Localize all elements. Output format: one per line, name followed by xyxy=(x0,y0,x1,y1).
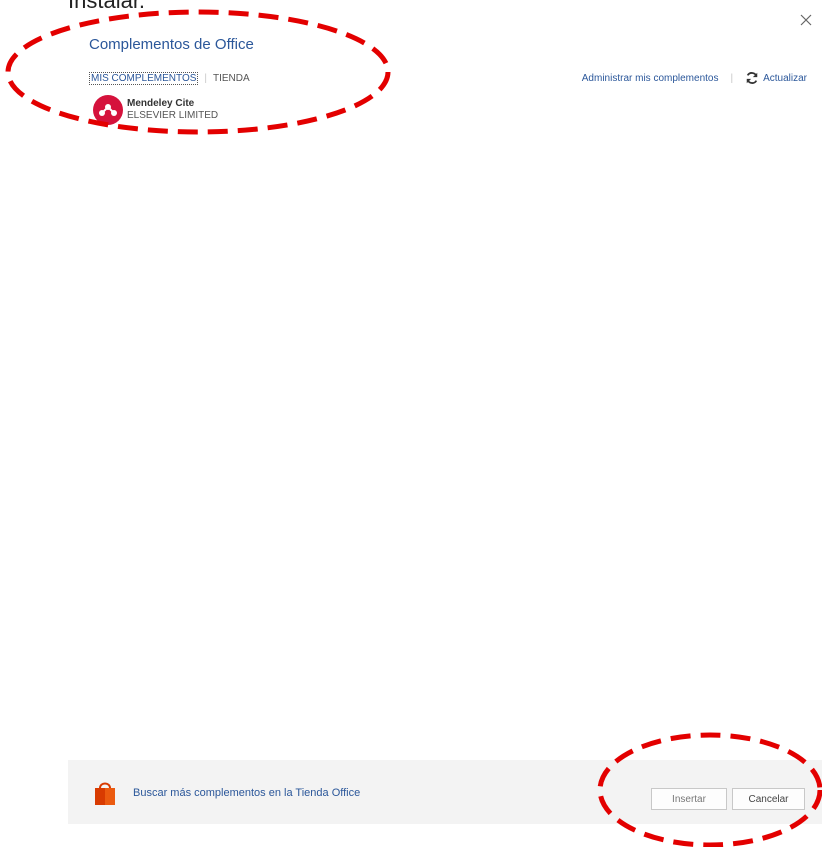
tab-tienda[interactable]: TIENDA xyxy=(213,73,250,84)
footer-bar: Buscar más complementos en la Tienda Off… xyxy=(68,760,822,824)
refresh-button[interactable]: Actualizar xyxy=(745,71,807,85)
dialog-title: Complementos de Office xyxy=(89,36,254,53)
addin-vendor: ELSEVIER LIMITED xyxy=(127,110,219,121)
manage-addins-link[interactable]: Administrar mis complementos xyxy=(582,73,719,84)
addin-item[interactable]: Mendeley Cite ELSEVIER LIMITED xyxy=(93,95,218,125)
store-bag-icon xyxy=(95,782,115,805)
tab-mis-complementos[interactable]: MIS COMPLEMENTOS xyxy=(89,72,199,85)
addin-name: Mendeley Cite xyxy=(127,98,195,109)
tab-divider: | xyxy=(204,73,207,84)
refresh-icon xyxy=(746,72,758,84)
header-actions: Administrar mis complementos | Actualiza… xyxy=(582,71,807,85)
store-link-label: Buscar más complementos en la Tienda Off… xyxy=(133,787,361,799)
insert-button[interactable]: Insertar xyxy=(651,788,727,810)
close-button[interactable] xyxy=(798,12,814,28)
document-text: Instalar. xyxy=(68,0,145,8)
cancel-button[interactable]: Cancelar xyxy=(732,788,805,810)
addin-info: Mendeley Cite ELSEVIER LIMITED xyxy=(127,98,218,122)
mendeley-logo-icon xyxy=(93,95,123,125)
store-link[interactable]: Buscar más complementos en la Tienda Off… xyxy=(94,780,360,806)
action-divider: | xyxy=(730,72,734,84)
annotation-overlay xyxy=(5,9,822,847)
tab-bar: MIS COMPLEMENTOS | TIENDA xyxy=(89,72,250,85)
close-icon xyxy=(800,14,812,26)
refresh-label: Actualizar xyxy=(763,72,807,84)
